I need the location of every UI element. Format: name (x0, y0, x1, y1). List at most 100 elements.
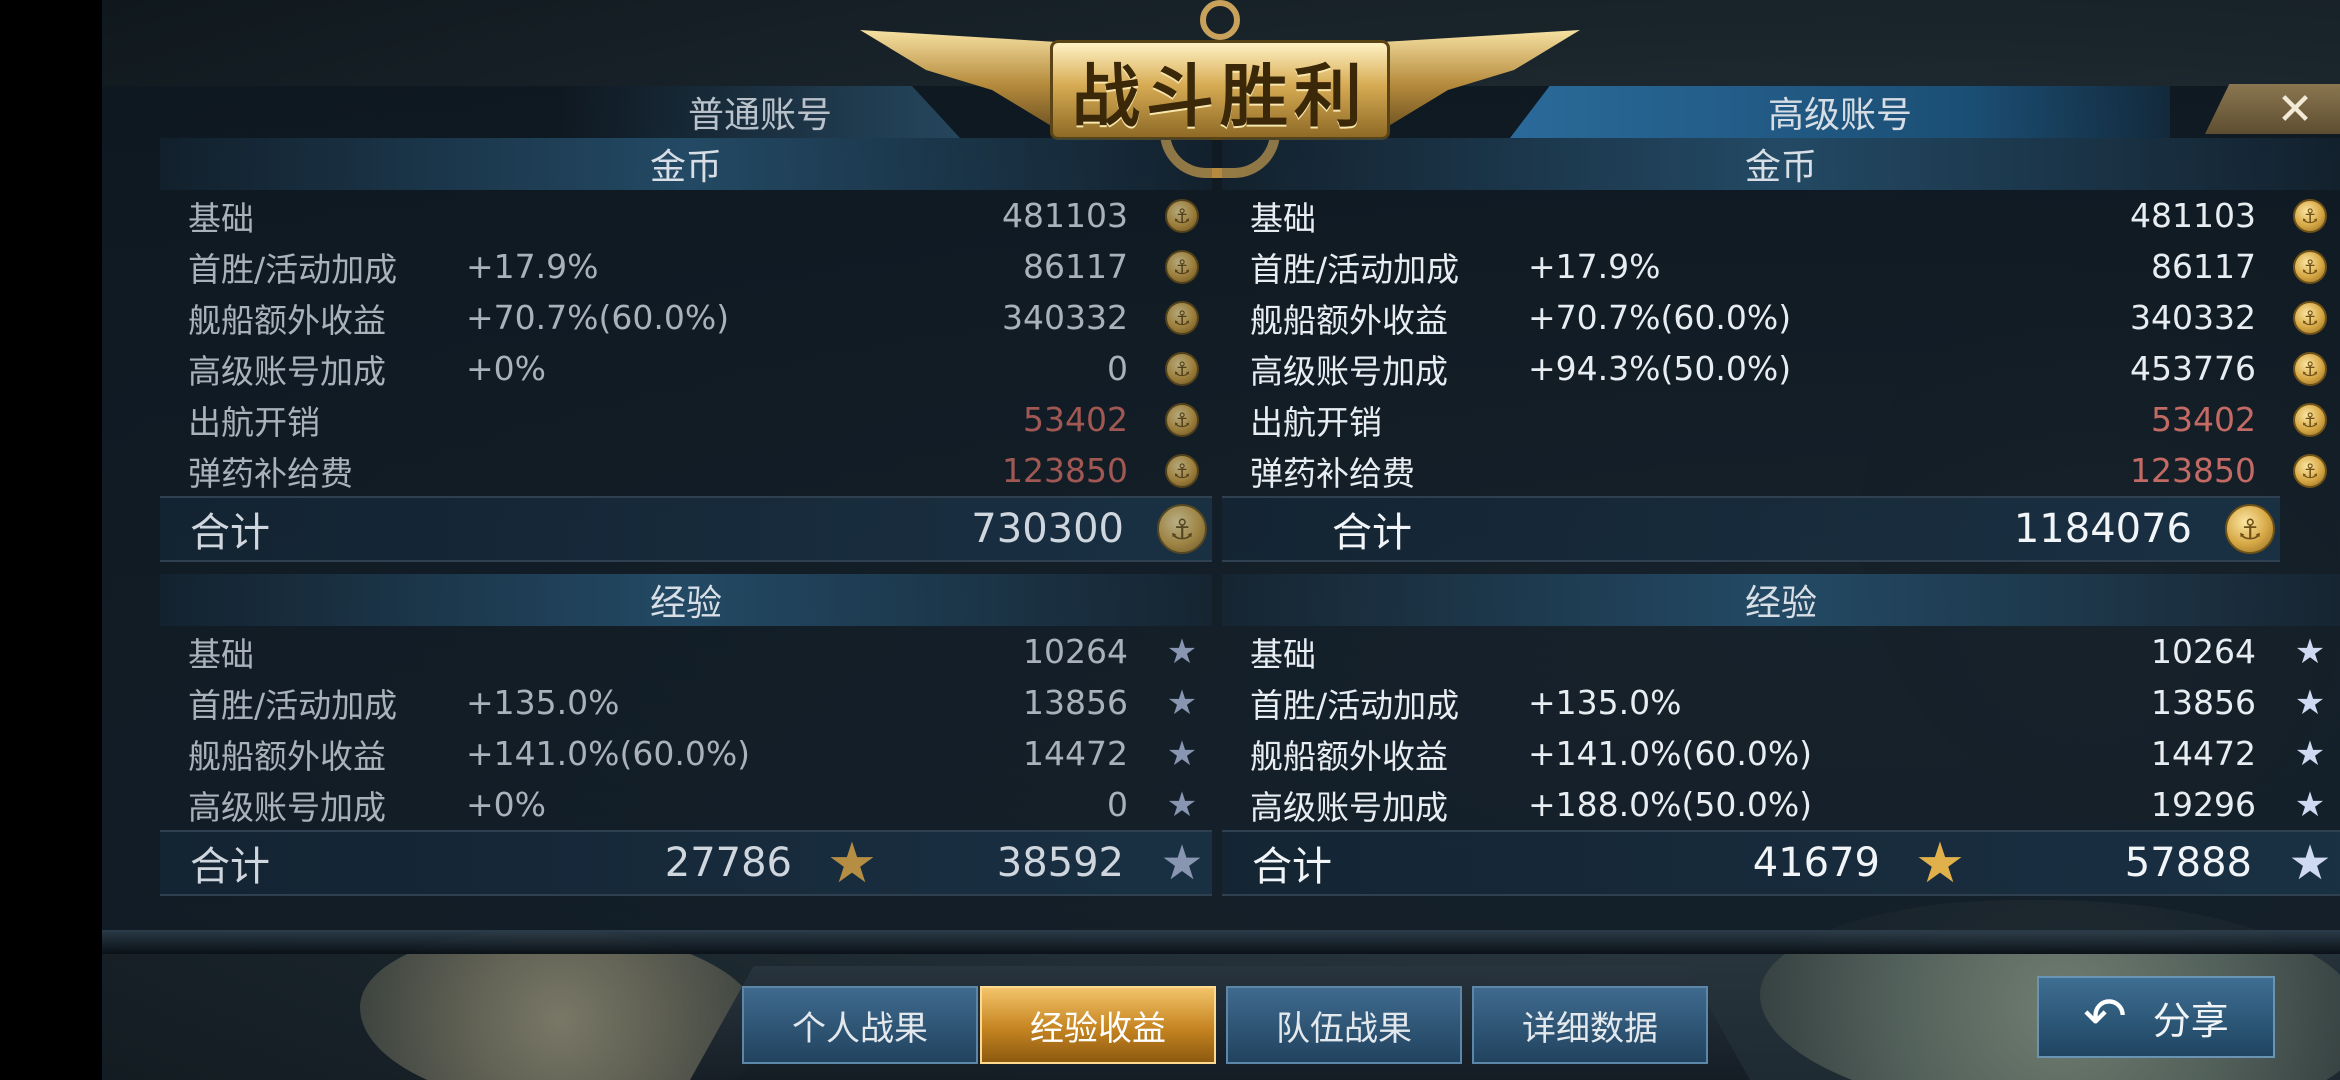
star-icon: ★ (1166, 733, 1198, 774)
row-value: 86117 (1023, 247, 1128, 286)
tab-personal-results[interactable]: 个人战果 (742, 986, 978, 1064)
exp-total-row: 合计 27786 ★ 38592 ★ (160, 830, 1212, 896)
captain-star-icon: ★ (826, 830, 878, 896)
row-bonus: +17.9% (466, 247, 599, 286)
row-bonus: +17.9% (1528, 247, 1661, 286)
coin-total-value: 730300 (971, 506, 1124, 552)
coin-row: 首胜/活动加成 +17.9% 86117 ⚓ (160, 241, 1212, 292)
star-icon: ★ (1166, 784, 1198, 825)
row-value: 0 (1107, 349, 1128, 388)
star-icon: ★ (2294, 682, 2326, 723)
row-bonus: +70.7%(60.0%) (1528, 298, 1792, 337)
total-label: 合计 (190, 844, 270, 890)
exp-row: 首胜/活动加成 +135.0% 13856 ★ (160, 677, 1212, 728)
star-icon: ★ (1166, 631, 1198, 672)
coin-icon: ⚓ (1165, 402, 1199, 437)
section-title: 金币 (649, 147, 722, 188)
row-value: 340332 (1002, 298, 1128, 337)
row-value: 53402 (2151, 400, 2256, 439)
row-label: 舰船额外收益 (188, 736, 386, 776)
coin-section-header: 金币 (160, 138, 1212, 190)
row-bonus: +94.3%(50.0%) (1528, 349, 1792, 388)
row-bonus: +0% (466, 349, 547, 388)
star-icon: ★ (2294, 784, 2326, 825)
total-label: 合计 (190, 510, 270, 556)
row-value: 481103 (1002, 196, 1128, 235)
exp-row: 高级账号加成 +188.0%(50.0%) 19296 ★ (1222, 779, 2340, 830)
tab-label: 队伍战果 (1276, 1008, 1412, 1049)
total-label: 合计 (1332, 510, 1412, 556)
row-value: 481103 (2130, 196, 2256, 235)
coin-row-expense: 出航开销 53402 ⚓ (1222, 394, 2340, 445)
exp-row: 高级账号加成 +0% 0 ★ (160, 779, 1212, 830)
row-label: 弹药补给费 (188, 453, 353, 493)
share-arrow-icon: ↶ (2083, 987, 2127, 1047)
exp-row: 首胜/活动加成 +135.0% 13856 ★ (1222, 677, 2340, 728)
row-label: 首胜/活动加成 (1250, 685, 1460, 725)
row-label: 高级账号加成 (1250, 787, 1448, 827)
row-label: 基础 (188, 634, 254, 674)
tab-premium-account: 高级账号 (1510, 86, 2170, 138)
row-label: 高级账号加成 (1250, 351, 1448, 391)
coin-icon: ⚓ (2293, 249, 2327, 284)
star-icon: ★ (2294, 733, 2326, 774)
row-label: 舰船额外收益 (1250, 300, 1448, 340)
battle-victory-title: 战斗胜利 (1071, 57, 1368, 137)
total-label: 合计 (1252, 844, 1332, 890)
coin-row: 舰船额外收益 +70.7%(60.0%) 340332 ⚓ (160, 292, 1212, 343)
coin-icon: ⚓ (2293, 300, 2327, 335)
coin-icon: ⚓ (1165, 198, 1199, 233)
coin-row-expense: 弹药补给费 123850 ⚓ (160, 445, 1212, 496)
coin-icon: ⚓ (1165, 351, 1199, 386)
row-value: 10264 (1023, 632, 1128, 671)
row-value: 123850 (2130, 451, 2256, 490)
coin-icon: ⚓ (1165, 453, 1199, 488)
row-label: 舰船额外收益 (188, 300, 386, 340)
tab-premium-label: 高级账号 (1767, 95, 1912, 136)
row-value: 123850 (1002, 451, 1128, 490)
coin-icon: ⚓ (1165, 249, 1199, 284)
coin-row: 基础 481103 ⚓ (160, 190, 1212, 241)
coin-icon: ⚓ (2293, 351, 2327, 386)
row-label: 出航开销 (188, 402, 320, 442)
row-label: 基础 (188, 198, 254, 238)
row-value: 14472 (2151, 734, 2256, 773)
row-bonus: +135.0% (1528, 683, 1682, 722)
star-icon: ★ (2294, 631, 2326, 672)
tab-detailed-data[interactable]: 详细数据 (1472, 986, 1708, 1064)
exp-row: 舰船额外收益 +141.0%(60.0%) 14472 ★ (160, 728, 1212, 779)
row-bonus: +141.0%(60.0%) (1528, 734, 1813, 773)
exp-row: 舰船额外收益 +141.0%(60.0%) 14472 ★ (1222, 728, 2340, 779)
row-label: 弹药补给费 (1250, 453, 1415, 493)
coin-row: 高级账号加成 +94.3%(50.0%) 453776 ⚓ (1222, 343, 2340, 394)
row-label: 首胜/活动加成 (188, 249, 398, 289)
captain-exp-total: 27786 (664, 840, 792, 886)
star-icon: ★ (1166, 682, 1198, 723)
coin-icon: ⚓ (2225, 504, 2275, 554)
section-title: 经验 (1744, 583, 1817, 624)
tab-team-results[interactable]: 队伍战果 (1226, 986, 1462, 1064)
row-label: 首胜/活动加成 (1250, 249, 1460, 289)
row-value: 0 (1107, 785, 1128, 824)
row-label: 首胜/活动加成 (188, 685, 398, 725)
exp-total-value: 38592 (996, 840, 1124, 886)
coin-section-header: 金币 (1222, 138, 2340, 190)
row-value: 19296 (2151, 785, 2256, 824)
coin-icon: ⚓ (2293, 198, 2327, 233)
tab-exp-earnings[interactable]: 经验收益 (980, 986, 1216, 1064)
section-title: 经验 (649, 583, 722, 624)
premium-account-column: 金币 基础 481103 ⚓ 首胜/活动加成 +17.9% 86117 ⚓ 舰船… (1222, 138, 2340, 896)
row-bonus: +141.0%(60.0%) (466, 734, 751, 773)
row-value: 453776 (2130, 349, 2256, 388)
coin-row-expense: 出航开销 53402 ⚓ (160, 394, 1212, 445)
share-button[interactable]: ↶ 分享 (2037, 976, 2275, 1058)
tab-normal-label: 普通账号 (687, 95, 832, 136)
row-value: 10264 (2151, 632, 2256, 671)
exp-total-row: 合计 41679 ★ 57888 ★ (1222, 830, 2340, 896)
row-label: 基础 (1250, 198, 1316, 238)
coin-icon: ⚓ (1165, 300, 1199, 335)
exp-section-header: 经验 (160, 574, 1212, 626)
close-button[interactable]: ✕ (2255, 84, 2335, 135)
row-value: 340332 (2130, 298, 2256, 337)
star-icon: ★ (1160, 835, 1204, 891)
